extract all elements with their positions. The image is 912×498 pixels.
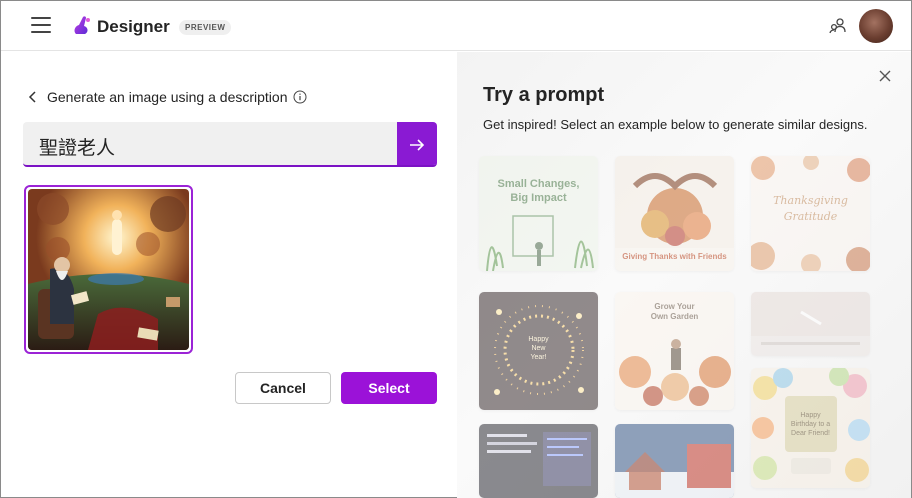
arrow-right-icon [410,138,425,151]
info-icon[interactable] [293,90,307,104]
preview-badge: PREVIEW [179,20,232,35]
panel-title: Try a prompt [483,84,605,106]
select-button[interactable]: Select [341,372,437,404]
card-title-line1: Thanksgiving [773,194,848,207]
cancel-button[interactable]: Cancel [235,372,331,404]
close-icon[interactable] [877,68,893,84]
card-title-line1: Happy [528,336,549,343]
generate-button[interactable] [397,122,437,165]
card-title-line2: Birthday to a [790,421,831,428]
try-prompt-panel: Try a prompt Get inspired! Select an exa… [457,52,911,498]
menu-icon[interactable] [31,17,51,33]
back-link[interactable]: Generate an image using a description [25,89,307,105]
share-people-icon[interactable] [829,17,847,35]
prompt-card-invitation[interactable] [751,292,870,356]
prompt-card-thanksgiving-gratitude[interactable]: Thanksgiving Gratitude [751,156,870,271]
prompt-card-sustainability[interactable]: Small Changes, Big Impact [479,156,598,271]
card-title-line2: New [531,345,546,352]
panel-subtitle: Get inspired! Select an example below to… [483,117,868,132]
card-title-line3: Year! [530,354,547,361]
prompt-input[interactable]: 聖證老人 [23,122,437,167]
prompt-card-tech[interactable] [479,424,598,498]
chevron-left-icon [28,91,36,103]
brand-name: Designer [97,17,170,36]
prompt-input-value[interactable]: 聖證老人 [39,133,115,160]
prompt-card-birthday[interactable]: Happy Birthday to a Dear Friend! [751,368,870,488]
back-link-label: Generate an image using a description [47,89,288,105]
prompt-card-garden[interactable]: Grow Your Own Garden [615,292,734,410]
prompt-card-thanksgiving-friends[interactable]: Giving Thanks with Friends [615,156,734,271]
avatar[interactable] [859,9,893,43]
card-title: Giving Thanks with Friends [622,252,727,261]
card-title-line1: Happy [800,412,821,419]
generated-image-thumbnail[interactable] [24,185,193,354]
generated-image [28,189,189,350]
designer-logo-icon [74,16,90,34]
top-bar: Designer PREVIEW [1,1,911,51]
prompt-card-christmas[interactable] [615,424,734,498]
card-title-line2: Gratitude [783,210,838,223]
card-title-line3: Dear Friend! [791,430,830,437]
prompt-card-new-year[interactable]: Happy New Year! [479,292,598,410]
